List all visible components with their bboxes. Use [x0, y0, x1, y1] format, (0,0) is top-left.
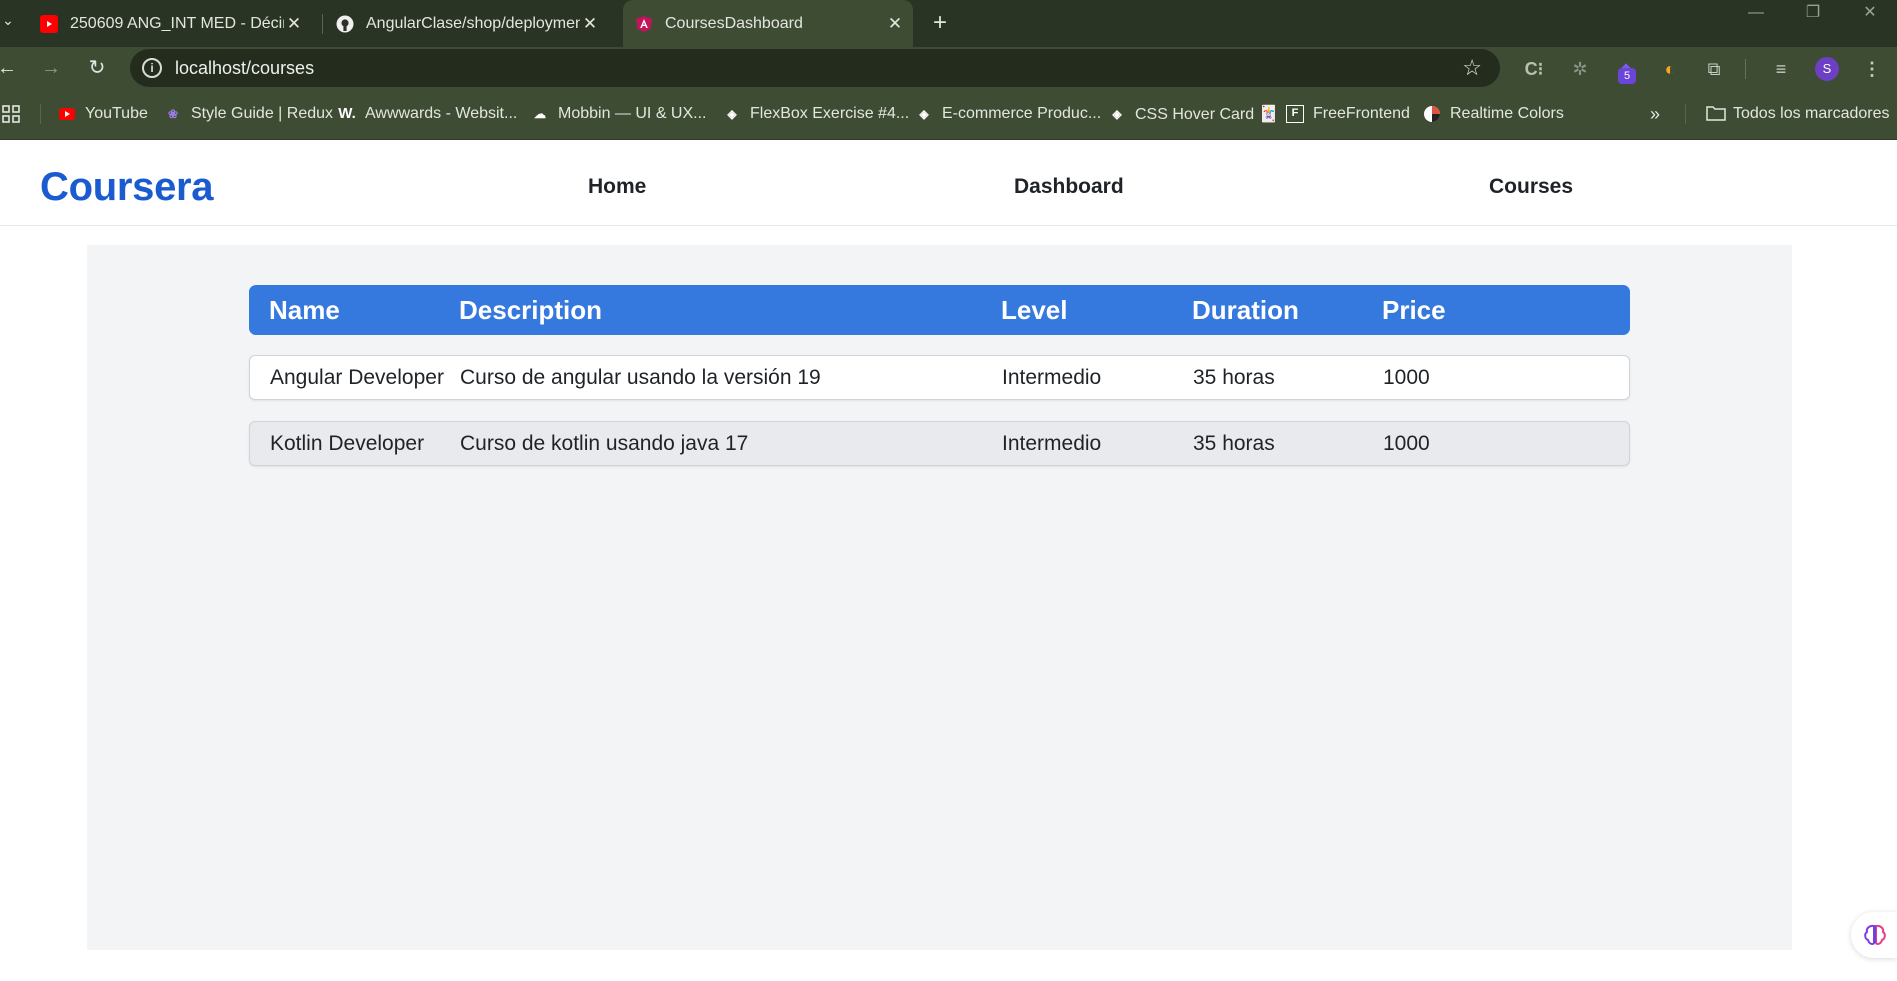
bookmark-freefrontend[interactable]: F FreeFrontend — [1286, 92, 1410, 136]
bookmark-label: FlexBox Exercise #4... — [750, 105, 910, 122]
app-navbar: Coursera Home Dashboard Courses — [0, 140, 1897, 226]
forward-icon[interactable]: → — [36, 53, 66, 83]
mobbin-icon: ☁ — [534, 107, 546, 121]
awwwards-icon: W. — [338, 105, 356, 122]
youtube-icon — [40, 14, 58, 33]
tab-title: 250609 ANG_INT MED - Décim — [70, 14, 284, 32]
toolbar-divider — [1745, 59, 1746, 79]
bookmark-ecommerce[interactable]: ◈ E-commerce Produc... — [915, 92, 1101, 136]
column-header-duration: Duration — [1192, 295, 1299, 325]
close-tab-icon[interactable]: ✕ — [885, 14, 905, 34]
browser-toolbar: ← → ↻ i localhost/courses ☆ C⁝ ✲ ◆ 5 ◐ ⧉… — [0, 47, 1897, 92]
codepen-icon: ◈ — [727, 107, 737, 121]
new-tab-plus-icon[interactable]: + — [928, 0, 952, 47]
all-bookmarks-folder[interactable]: Todos los marcadores — [1706, 92, 1890, 136]
youtube-icon — [58, 105, 76, 123]
nav-home-link[interactable]: Home — [588, 140, 646, 234]
window-close-icon[interactable]: ✕ — [1850, 0, 1890, 30]
extension-badge: 5 — [1618, 68, 1636, 84]
puzzle-extensions-icon[interactable]: ⧉ — [1700, 55, 1728, 83]
freefrontend-icon: F — [1286, 105, 1304, 123]
cell-duration: 35 horas — [1193, 366, 1275, 389]
redux-icon: ❀ — [167, 107, 179, 121]
column-header-level: Level — [1001, 295, 1068, 325]
bookmark-label: YouTube — [85, 105, 148, 122]
column-header-price: Price — [1382, 295, 1446, 325]
site-info-icon[interactable]: i — [142, 58, 162, 78]
moon-extension-icon[interactable]: ◐ — [1656, 55, 1684, 83]
minimize-icon[interactable]: — — [1736, 0, 1776, 30]
realtime-colors-icon — [1423, 105, 1441, 123]
github-icon — [336, 15, 354, 33]
bookmark-youtube[interactable]: YouTube — [58, 92, 148, 136]
bookmark-label: Todos los marcadores — [1733, 105, 1890, 122]
extension-c-icon[interactable]: C⁝ — [1520, 55, 1548, 83]
cell-level: Intermedio — [1002, 366, 1102, 389]
nav-dashboard-link[interactable]: Dashboard — [1014, 140, 1124, 234]
bookmark-css-hover-card[interactable]: ◈ CSS Hover Card 🃏 — [1108, 92, 1279, 136]
cell-description: Curso de angular usando la versión 19 — [460, 366, 821, 389]
bookmarks-bar: YouTube ❀ Style Guide | Redux W. Awwward… — [0, 92, 1897, 140]
codepen-icon: ◈ — [919, 107, 929, 121]
bookmark-divider — [1685, 104, 1686, 124]
bookmark-star-icon[interactable]: ☆ — [1462, 49, 1482, 87]
brand-logo[interactable]: Coursera — [40, 140, 214, 234]
menu-kebab-icon[interactable]: ⋮ — [1858, 55, 1886, 83]
bug-extension-icon[interactable]: ✲ — [1566, 55, 1594, 83]
profile-avatar[interactable]: S — [1815, 57, 1839, 81]
bookmark-realtime-colors[interactable]: Realtime Colors — [1423, 92, 1564, 136]
bookmark-label: Style Guide | Redux — [191, 105, 334, 122]
reading-list-icon[interactable]: ≡ — [1767, 55, 1795, 83]
bookmark-label: Awwwards - Websit... — [365, 105, 518, 122]
bookmark-label: E-commerce Produc... — [942, 105, 1102, 122]
table-row[interactable]: Kotlin Developer Curso de kotlin usando … — [249, 421, 1630, 466]
tab-search-chevron-icon[interactable]: ⌄ — [0, 6, 16, 34]
column-header-description: Description — [459, 295, 603, 325]
bookmark-label: CSS Hover Card 🃏 — [1135, 106, 1279, 123]
tab-title: AngularClase/shop/deploymen — [366, 14, 580, 32]
tab-divider — [322, 14, 323, 34]
brain-icon — [1863, 924, 1887, 951]
courses-panel: Name Description Level Duration Price An… — [87, 245, 1792, 950]
close-tab-icon[interactable]: ✕ — [580, 14, 600, 34]
bookmark-awwwards[interactable]: W. Awwwards - Websit... — [338, 92, 517, 136]
restore-icon[interactable]: ❐ — [1793, 0, 1833, 30]
url-text[interactable]: localhost/courses — [175, 49, 314, 87]
reload-icon[interactable]: ↻ — [82, 53, 112, 83]
tab-youtube[interactable]: 250609 ANG_INT MED - Décim ✕ — [30, 0, 312, 47]
table-header: Name Description Level Duration Price — [249, 285, 1630, 335]
column-header-name: Name — [269, 295, 340, 325]
tab-github[interactable]: AngularClase/shop/deploymen ✕ — [326, 0, 608, 47]
table-row[interactable]: Angular Developer Curso de angular usand… — [249, 355, 1630, 400]
angular-icon — [635, 15, 653, 33]
browser-tab-bar: ⌄ 250609 ANG_INT MED - Décim ✕ AngularCl… — [0, 0, 1897, 47]
cell-level: Intermedio — [1002, 432, 1102, 455]
cell-description: Curso de kotlin usando java 17 — [460, 432, 749, 455]
apps-grid-icon[interactable] — [2, 92, 20, 136]
cell-duration: 35 horas — [1193, 432, 1275, 455]
bookmark-label: FreeFrontend — [1313, 105, 1410, 122]
folder-icon — [1706, 105, 1726, 123]
bookmark-flexbox-exercise[interactable]: ◈ FlexBox Exercise #4... — [723, 92, 909, 136]
codepen-icon: ◈ — [1112, 107, 1122, 121]
bookmark-label: Realtime Colors — [1450, 105, 1564, 122]
cell-name: Angular Developer — [270, 366, 444, 389]
back-icon[interactable]: ← — [0, 53, 22, 83]
tab-courses-dashboard[interactable]: CoursesDashboard ✕ — [623, 0, 913, 47]
bookmark-mobbin[interactable]: ☁ Mobbin — UI & UX... — [531, 92, 707, 136]
cell-price: 1000 — [1383, 432, 1430, 455]
more-bookmarks-chevron-icon[interactable]: » — [1650, 92, 1660, 136]
floating-assistant-button[interactable] — [1851, 912, 1897, 958]
cell-price: 1000 — [1383, 366, 1430, 389]
bookmark-label: Mobbin — UI & UX... — [558, 105, 707, 122]
address-bar[interactable]: i localhost/courses ☆ — [130, 49, 1500, 87]
cell-name: Kotlin Developer — [270, 432, 425, 455]
nav-courses-link[interactable]: Courses — [1489, 140, 1573, 234]
bookmark-divider — [40, 104, 41, 124]
close-tab-icon[interactable]: ✕ — [284, 14, 304, 34]
tab-title: CoursesDashboard — [665, 14, 803, 32]
bookmark-redux[interactable]: ❀ Style Guide | Redux — [164, 92, 333, 136]
